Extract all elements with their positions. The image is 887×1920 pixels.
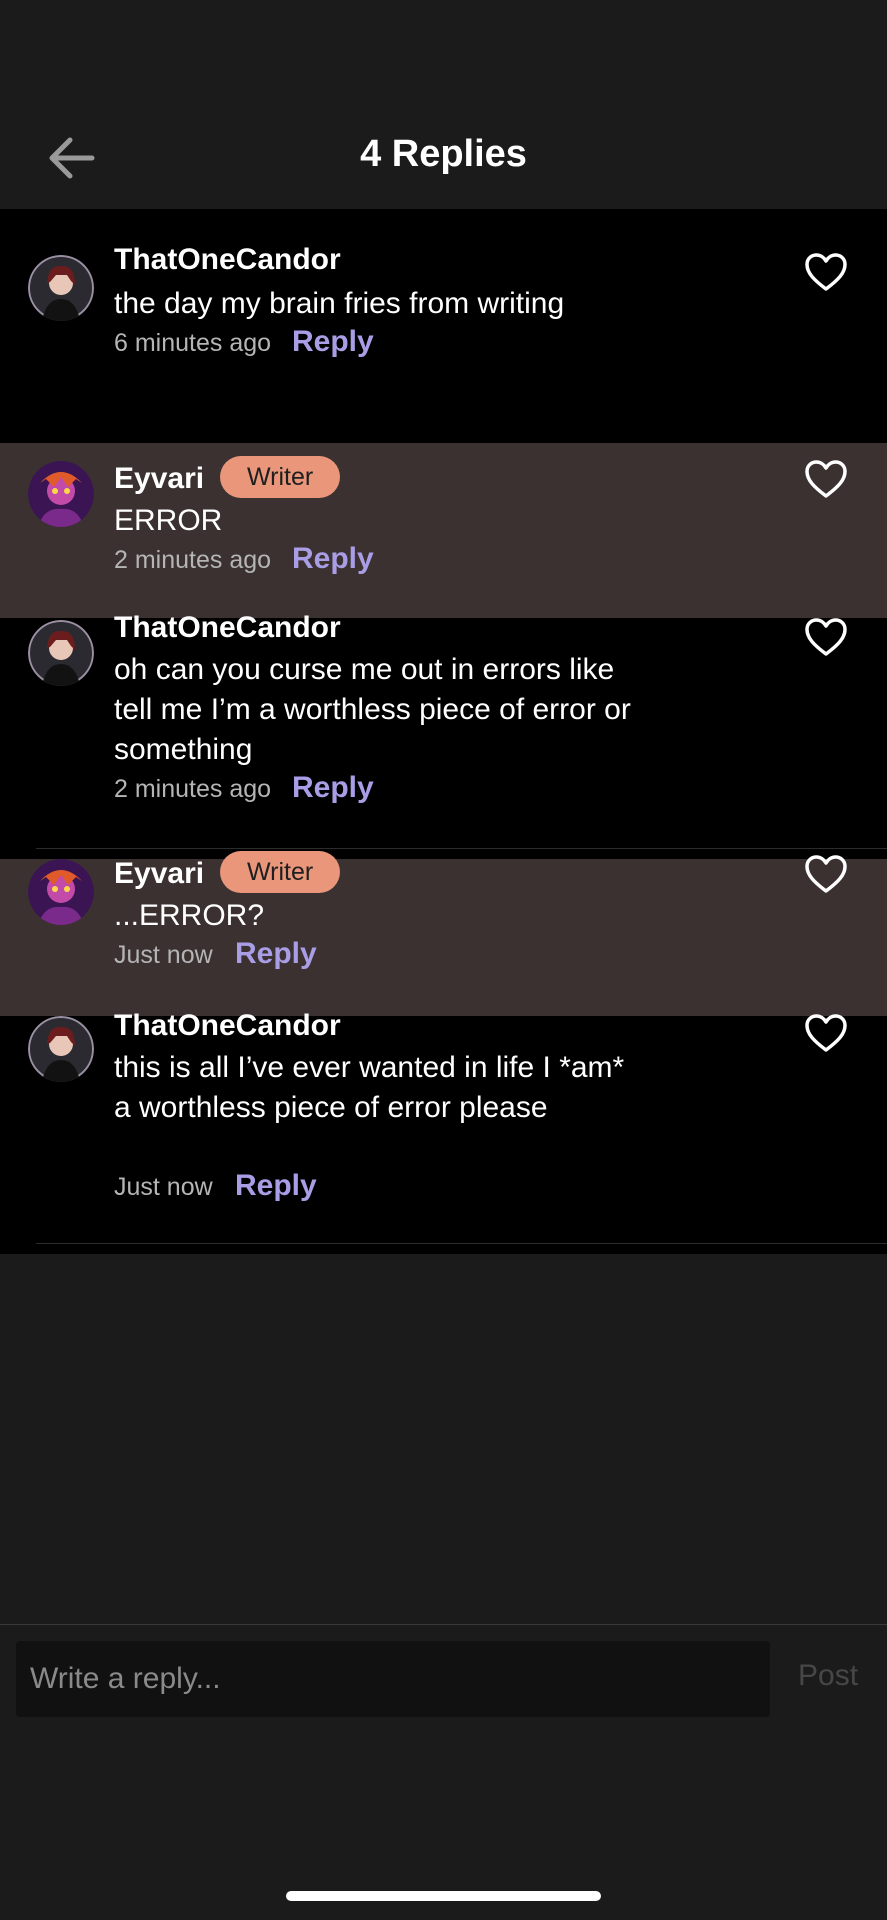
like-button[interactable]	[804, 1013, 848, 1053]
heart-outline-icon	[805, 855, 847, 893]
writer-badge: Writer	[220, 851, 341, 893]
reply-button[interactable]: Reply	[292, 542, 374, 576]
heart-outline-icon	[805, 1014, 847, 1052]
avatar[interactable]	[28, 859, 94, 925]
comment-item: ThatOneCandor this is all I’ve ever want…	[0, 1009, 887, 1244]
comment-text: ERROR	[114, 504, 223, 537]
reply-button[interactable]: Reply	[235, 937, 317, 971]
comment-text: oh can you curse me out in errors like t…	[114, 653, 631, 766]
avatar[interactable]	[28, 620, 94, 686]
avatar[interactable]	[28, 1016, 94, 1082]
comment-item: ThatOneCandor the day my brain fries fro…	[0, 209, 887, 442]
avatar[interactable]	[28, 461, 94, 527]
comment-author[interactable]: ThatOneCandor	[114, 611, 341, 645]
comment-text: ...ERROR?	[114, 899, 265, 932]
comment-item: Eyvari Writer ...ERROR? Just now Reply	[0, 851, 887, 1016]
comment-author[interactable]: ThatOneCandor	[114, 1009, 341, 1043]
writer-badge: Writer	[220, 456, 341, 498]
like-button[interactable]	[804, 252, 848, 292]
comment-author[interactable]: Eyvari	[114, 857, 204, 891]
post-button[interactable]: Post	[798, 1659, 858, 1693]
comment-text: this is all I’ve ever wanted in life I *…	[114, 1051, 625, 1124]
heart-outline-icon	[805, 460, 847, 498]
page-title: 4 Replies	[360, 133, 527, 175]
heart-outline-icon	[805, 618, 847, 656]
header-bar: 4 Replies	[0, 0, 887, 207]
comment-timestamp: Just now	[114, 941, 213, 969]
comment-item: Eyvari Writer ERROR 2 minutes ago Reply	[0, 443, 887, 618]
like-button[interactable]	[804, 617, 848, 657]
composer-divider	[0, 1624, 887, 1625]
comment-author[interactable]: ThatOneCandor	[114, 243, 341, 277]
like-button[interactable]	[804, 459, 848, 499]
comment-author[interactable]: Eyvari	[114, 462, 204, 496]
comment-timestamp: 2 minutes ago	[114, 546, 272, 574]
reply-button[interactable]: Reply	[292, 771, 374, 805]
comment-text: the day my brain fries from writing	[114, 287, 565, 320]
divider	[36, 1243, 887, 1244]
heart-outline-icon	[805, 253, 847, 291]
reply-button[interactable]: Reply	[292, 325, 374, 359]
comment-timestamp: 6 minutes ago	[114, 329, 272, 357]
reply-button[interactable]: Reply	[235, 1169, 317, 1203]
home-indicator[interactable]	[286, 1891, 601, 1901]
comment-timestamp: 2 minutes ago	[114, 775, 272, 803]
comment-timestamp: Just now	[114, 1173, 213, 1201]
comment-item: ThatOneCandor oh can you curse me out in…	[0, 611, 887, 849]
divider	[36, 848, 887, 849]
like-button[interactable]	[804, 854, 848, 894]
avatar[interactable]	[28, 255, 94, 321]
reply-input[interactable]	[16, 1641, 770, 1717]
comment-thread: ThatOneCandor the day my brain fries fro…	[0, 209, 887, 1254]
